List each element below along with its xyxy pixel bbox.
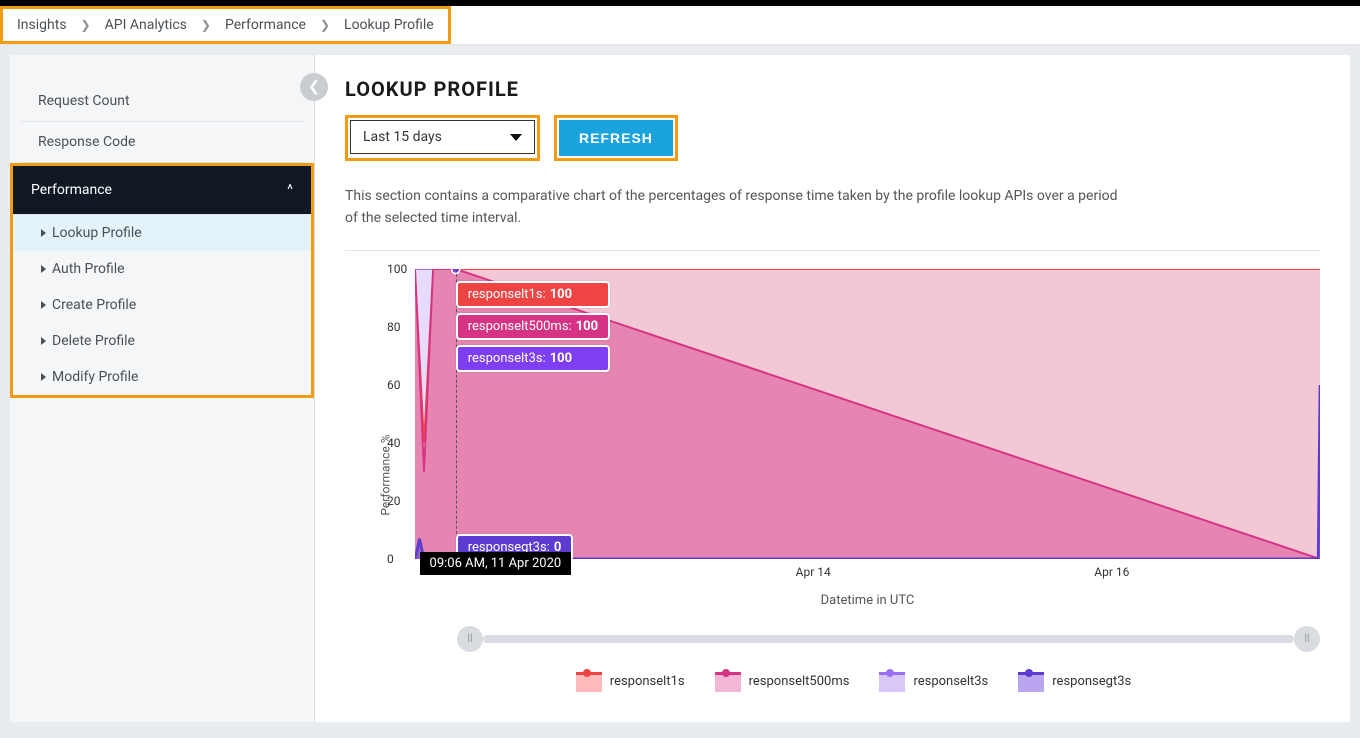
dropdown-caret-icon [510, 134, 522, 141]
y-tick: 0 [387, 552, 394, 566]
legend-swatch-icon [879, 672, 905, 692]
controls-row: Last 15 days REFRESH [345, 115, 1320, 161]
chart-area: Performance % responselt1s: 100responsel… [345, 259, 1320, 692]
tooltip-responselt1s: responselt1s: 100 [456, 281, 610, 308]
y-tick: 40 [387, 436, 401, 450]
chevron-right-icon: ❯ [81, 18, 91, 32]
caret-right-icon [41, 337, 46, 345]
legend-item-responsegt3s[interactable]: responsegt3s [1018, 672, 1131, 692]
tooltip-stack: responselt1s: 100 responselt500ms: 100 res… [456, 281, 610, 372]
caret-right-icon [41, 373, 46, 381]
slider-handle-left[interactable]: || [457, 626, 483, 652]
sidebar-item-response-code[interactable]: Response Code [20, 122, 304, 163]
time-select-highlight: Last 15 days [345, 115, 540, 161]
caret-right-icon [41, 265, 46, 273]
sidebar-child-auth-profile[interactable]: Auth Profile [13, 251, 311, 287]
tooltip-time: 09:06 AM, 11 Apr 2020 [420, 552, 572, 575]
chart-container: Performance % responselt1s: 100responsel… [345, 250, 1320, 692]
tooltip-responselt500ms: responselt500ms: 100 [456, 313, 610, 340]
sidebar-item-request-count[interactable]: Request Count [20, 81, 304, 122]
breadcrumb-lookup-profile[interactable]: Lookup Profile [344, 17, 434, 33]
main-layout: ❮ Request Count Response Code Performanc… [10, 55, 1350, 722]
chevron-up-icon: ^ [287, 182, 293, 198]
time-range-select[interactable]: Last 15 days [350, 120, 535, 154]
sidebar-child-label: Lookup Profile [52, 225, 142, 241]
sidebar-child-lookup-profile[interactable]: Lookup Profile [13, 215, 311, 251]
breadcrumb-insights[interactable]: Insights [17, 17, 67, 33]
sidebar-item-label: Performance [31, 182, 112, 198]
legend-swatch-icon [715, 672, 741, 692]
x-tick: Apr 16 [1094, 565, 1129, 579]
sidebar-child-label: Create Profile [52, 297, 136, 313]
breadcrumb-api-analytics[interactable]: API Analytics [105, 17, 187, 33]
refresh-highlight: REFRESH [554, 115, 678, 161]
chart-legend: responselt1s responselt500ms responselt3s r… [387, 672, 1320, 692]
time-range-value: Last 15 days [363, 129, 442, 145]
collapse-sidebar-icon[interactable]: ❮ [300, 73, 328, 101]
refresh-button[interactable]: REFRESH [559, 120, 673, 156]
legend-swatch-icon [576, 672, 602, 692]
breadcrumb-performance[interactable]: Performance [225, 17, 306, 33]
page-title: LOOKUP PROFILE [345, 77, 1320, 101]
legend-swatch-icon [1018, 672, 1044, 692]
tooltip-responselt3s: responselt3s: 100 [456, 345, 610, 372]
sidebar-child-create-profile[interactable]: Create Profile [13, 287, 311, 323]
x-axis-label: Datetime in UTC [415, 593, 1320, 608]
sidebar-performance-children: Lookup Profile Auth Profile Create Profi… [10, 215, 314, 398]
legend-item-responselt500ms[interactable]: responselt500ms [715, 672, 850, 692]
x-tick: Apr 14 [796, 565, 831, 579]
sidebar-performance-highlight: Performance ^ [10, 163, 314, 215]
caret-right-icon [41, 301, 46, 309]
time-slider: || || [457, 626, 1320, 652]
caret-right-icon [41, 229, 46, 237]
sidebar-child-label: Auth Profile [52, 261, 125, 277]
breadcrumb-row: Insights ❯ API Analytics ❯ Performance ❯… [0, 6, 1360, 45]
plot[interactable]: responselt1s: 100 responselt500ms: 100 res… [415, 269, 1320, 559]
sidebar-child-modify-profile[interactable]: Modify Profile [13, 359, 311, 395]
legend-label: responselt3s [913, 674, 988, 689]
y-tick: 100 [387, 262, 407, 276]
slider-handle-right[interactable]: || [1294, 626, 1320, 652]
legend-label: responselt1s [610, 674, 685, 689]
chevron-right-icon: ❯ [320, 18, 330, 32]
y-tick: 80 [387, 320, 401, 334]
breadcrumb: Insights ❯ API Analytics ❯ Performance ❯… [0, 6, 451, 44]
y-tick: 60 [387, 378, 401, 392]
chevron-right-icon: ❯ [201, 18, 211, 32]
legend-item-responselt3s[interactable]: responselt3s [879, 672, 988, 692]
legend-item-responselt1s[interactable]: responselt1s [576, 672, 685, 692]
legend-label: responselt500ms [749, 674, 850, 689]
section-description: This section contains a comparative char… [345, 185, 1125, 230]
y-tick: 20 [387, 494, 401, 508]
sidebar-child-delete-profile[interactable]: Delete Profile [13, 323, 311, 359]
main-panel: LOOKUP PROFILE Last 15 days REFRESH This… [315, 55, 1350, 722]
sidebar: ❮ Request Count Response Code Performanc… [10, 55, 315, 722]
legend-label: responsegt3s [1052, 674, 1131, 689]
slider-track[interactable] [483, 635, 1294, 643]
sidebar-item-performance[interactable]: Performance ^ [13, 166, 311, 215]
sidebar-child-label: Delete Profile [52, 333, 135, 349]
sidebar-child-label: Modify Profile [52, 369, 138, 385]
